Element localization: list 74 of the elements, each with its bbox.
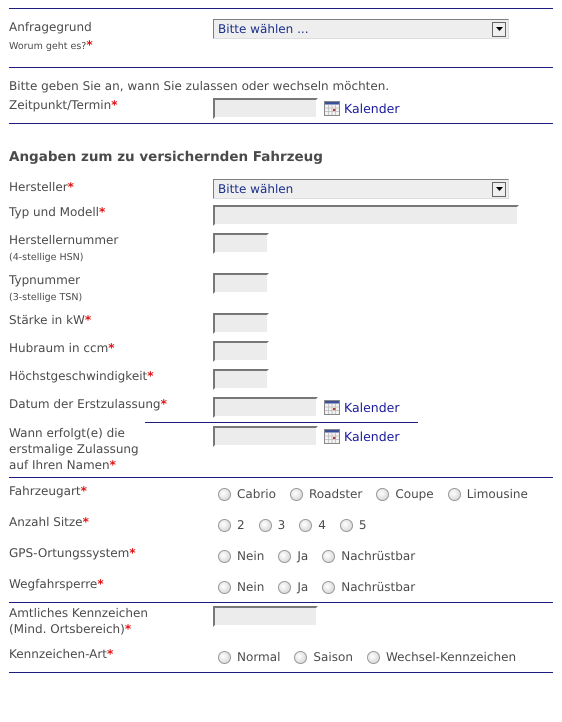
- option-label: Ja: [297, 580, 308, 594]
- field-label: Hubraum in ccm*: [9, 341, 115, 355]
- radio-button[interactable]: [258, 518, 272, 532]
- input-field[interactable]: [213, 98, 318, 118]
- option-label: 4: [318, 518, 326, 532]
- input-field[interactable]: [213, 368, 269, 390]
- field-label: Datum der Erstzulassung*: [9, 397, 167, 411]
- input-field[interactable]: [213, 312, 269, 334]
- radio-button[interactable]: [376, 488, 390, 500]
- dropdown[interactable]: Bitte wählen: [213, 179, 509, 199]
- field-label: Fahrzeugart*: [9, 484, 87, 498]
- option-label: Cabrio: [237, 487, 276, 501]
- radio-button[interactable]: [340, 518, 353, 532]
- field-hint: (4-stellige HSN): [9, 252, 84, 263]
- option-label: 5: [358, 518, 367, 532]
- field-label: Typ und Modell*: [9, 205, 106, 219]
- input-field[interactable]: [213, 426, 318, 446]
- input-field[interactable]: [213, 232, 269, 254]
- field-label: Anfragegrund: [9, 20, 92, 34]
- radio-button[interactable]: [299, 518, 312, 532]
- radio-button[interactable]: [278, 550, 292, 562]
- calendar-icon[interactable]: [324, 400, 340, 414]
- field-label: GPS-Ortungssystem*: [9, 546, 136, 560]
- calendar-link[interactable]: Kalender: [344, 400, 400, 414]
- field-hint: Worum geht es?*: [9, 41, 93, 52]
- section-heading: Angaben zum zu versichernden Fahrzeug: [9, 149, 324, 165]
- radio-button[interactable]: [218, 650, 231, 664]
- instruction-text: Bitte geben Sie an, wann Sie zulassen oder wechseln möchten.: [9, 79, 390, 93]
- input-field[interactable]: [213, 340, 269, 362]
- input-field[interactable]: [213, 272, 269, 294]
- calendar-icon[interactable]: [324, 100, 340, 116]
- field-label: Anzahl Sitze*: [9, 515, 89, 529]
- option-label: Limousine: [466, 487, 528, 501]
- field-label: Typnummer: [9, 273, 80, 287]
- input-field[interactable]: [213, 204, 519, 226]
- field-label: Wann erfolgt(e) die erstmalige Zulassung auf Ihren Namen*: [9, 426, 139, 472]
- radio-button[interactable]: [448, 488, 461, 500]
- field-label: Zeitpunkt/Termin*: [9, 98, 118, 112]
- radio-button[interactable]: [322, 550, 336, 562]
- option-label: Nein: [237, 580, 264, 594]
- radio-button[interactable]: [278, 580, 292, 594]
- option-label: Roadster: [308, 487, 362, 501]
- radio-button[interactable]: [218, 488, 231, 500]
- radio-button[interactable]: [322, 580, 336, 594]
- field-label: Kennzeichen-Art*: [9, 647, 114, 661]
- input-field[interactable]: [213, 606, 318, 626]
- radio-button[interactable]: [366, 650, 380, 664]
- option-label: 2: [237, 518, 245, 532]
- field-hint: (3-stellige TSN): [9, 292, 82, 303]
- option-label: Wechsel-Kennzeichen: [386, 650, 516, 664]
- calendar-link[interactable]: Kalender: [344, 100, 400, 116]
- radio-button[interactable]: [218, 580, 231, 594]
- dropdown[interactable]: Bitte wählen ...: [213, 19, 509, 39]
- option-label: 3: [278, 518, 286, 532]
- radio-button[interactable]: [294, 650, 308, 664]
- field-label: Amtliches Kennzeichen (Mind. Ortsbereich)*: [9, 606, 148, 636]
- calendar-link[interactable]: Kalender: [344, 428, 400, 444]
- field-label: Wegfahrsperre*: [9, 577, 104, 591]
- option-label: Ja: [297, 549, 308, 563]
- field-label: Höchstgeschwindigkeit*: [9, 369, 154, 383]
- input-field[interactable]: [213, 396, 318, 418]
- option-label: Nachrüstbar: [341, 580, 416, 594]
- option-label: Saison: [313, 650, 353, 664]
- field-label: Herstellernummer: [9, 233, 118, 247]
- option-label: Nein: [237, 549, 264, 563]
- option-label: Coupe: [395, 487, 434, 501]
- radio-button[interactable]: [290, 488, 303, 500]
- option-label: Nachrüstbar: [341, 549, 416, 563]
- radio-button[interactable]: [218, 518, 231, 532]
- field-label: Hersteller*: [9, 180, 74, 194]
- radio-button[interactable]: [218, 550, 231, 562]
- option-label: Normal: [237, 650, 280, 664]
- field-label: Stärke in kW*: [9, 313, 92, 327]
- calendar-icon[interactable]: [324, 428, 340, 444]
